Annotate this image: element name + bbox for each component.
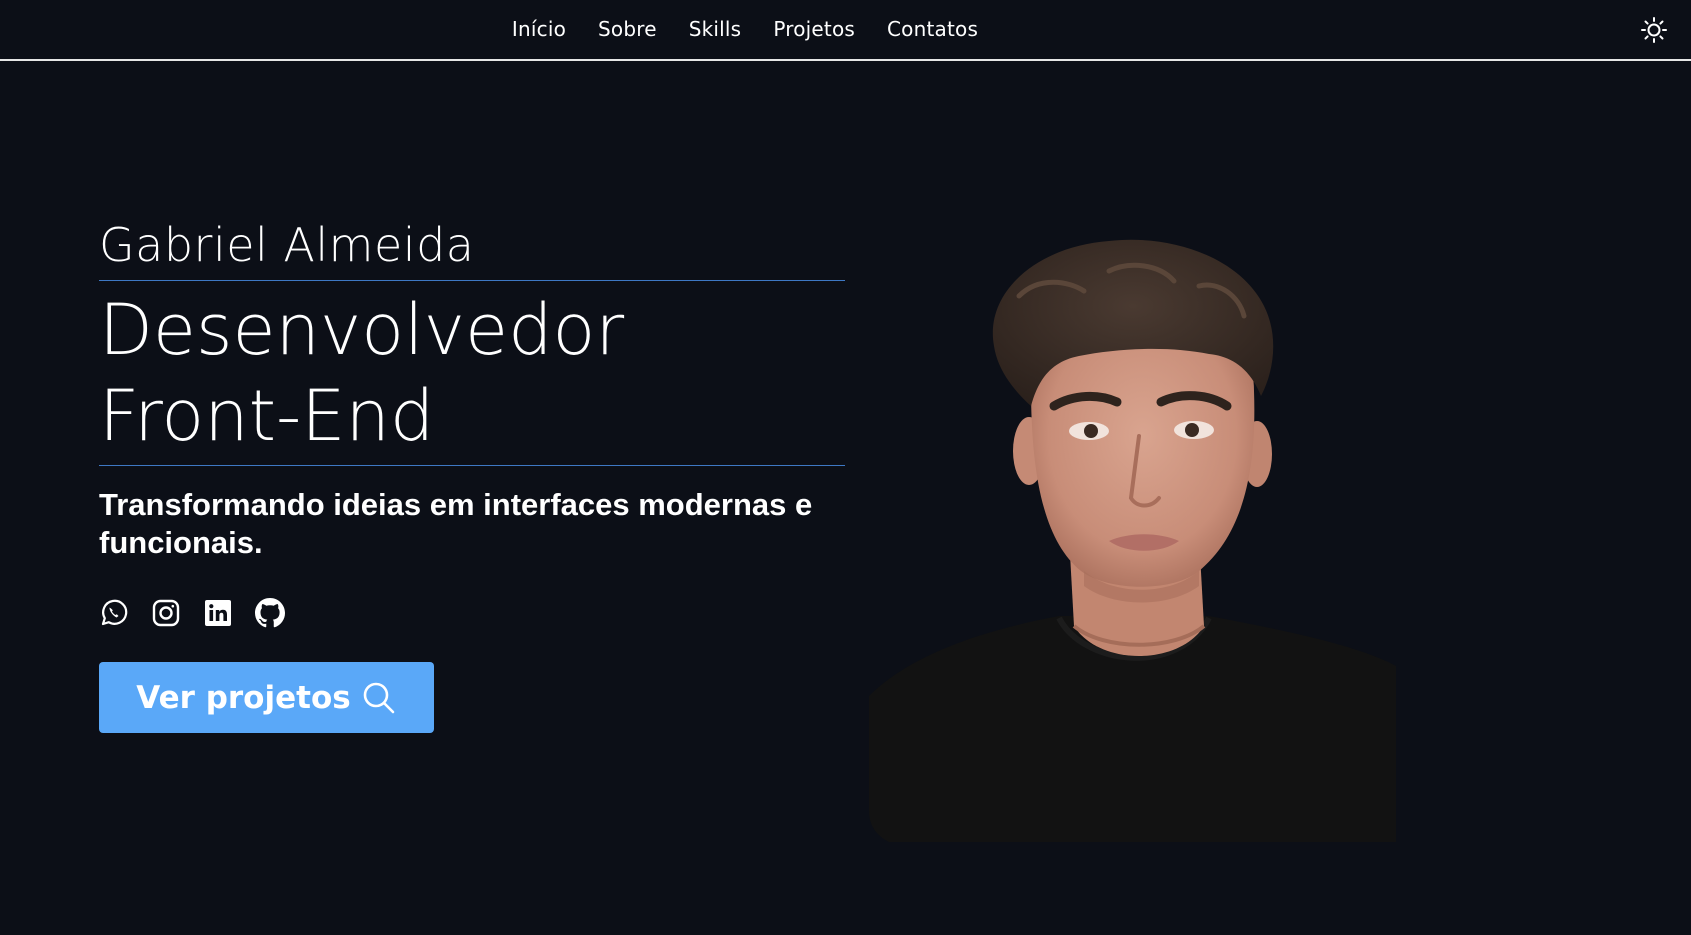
github-link[interactable]	[255, 598, 285, 628]
linkedin-icon	[205, 600, 231, 626]
hero-tagline: Transformando ideias em interfaces moder…	[99, 487, 813, 560]
sun-icon	[1641, 17, 1667, 43]
hero-role-line2: Front-End	[99, 375, 435, 457]
hero-section: Gabriel Almeida Desenvolvedor Front-End …	[99, 200, 845, 733]
nav-link-skills[interactable]: Skills	[673, 17, 758, 41]
nav-links: Início Sobre Skills Projetos Contatos	[0, 0, 1490, 58]
linkedin-link[interactable]	[203, 598, 233, 628]
github-icon	[255, 598, 285, 628]
nav-link-projetos[interactable]: Projetos	[757, 17, 871, 41]
theme-toggle-button[interactable]	[1640, 16, 1668, 44]
whatsapp-icon	[101, 599, 128, 626]
whatsapp-link[interactable]	[99, 598, 129, 628]
search-icon	[363, 682, 395, 713]
portrait-image	[869, 239, 1396, 842]
hero-role: Desenvolvedor Front-End	[99, 281, 845, 465]
nav-link-inicio[interactable]: Início	[496, 17, 582, 41]
hero-name: Gabriel Almeida	[99, 218, 475, 272]
hero-role-line1: Desenvolvedor	[99, 289, 625, 371]
social-links	[99, 598, 845, 628]
navbar: Início Sobre Skills Projetos Contatos	[0, 0, 1691, 61]
instagram-icon	[152, 599, 180, 627]
profile-photo	[869, 236, 1396, 842]
nav-link-contatos[interactable]: Contatos	[871, 17, 994, 41]
nav-link-sobre[interactable]: Sobre	[582, 17, 673, 41]
instagram-link[interactable]	[151, 598, 181, 628]
view-projects-button[interactable]: Ver projetos	[99, 662, 434, 733]
divider-bottom	[99, 465, 845, 466]
view-projects-label: Ver projetos	[136, 679, 351, 716]
